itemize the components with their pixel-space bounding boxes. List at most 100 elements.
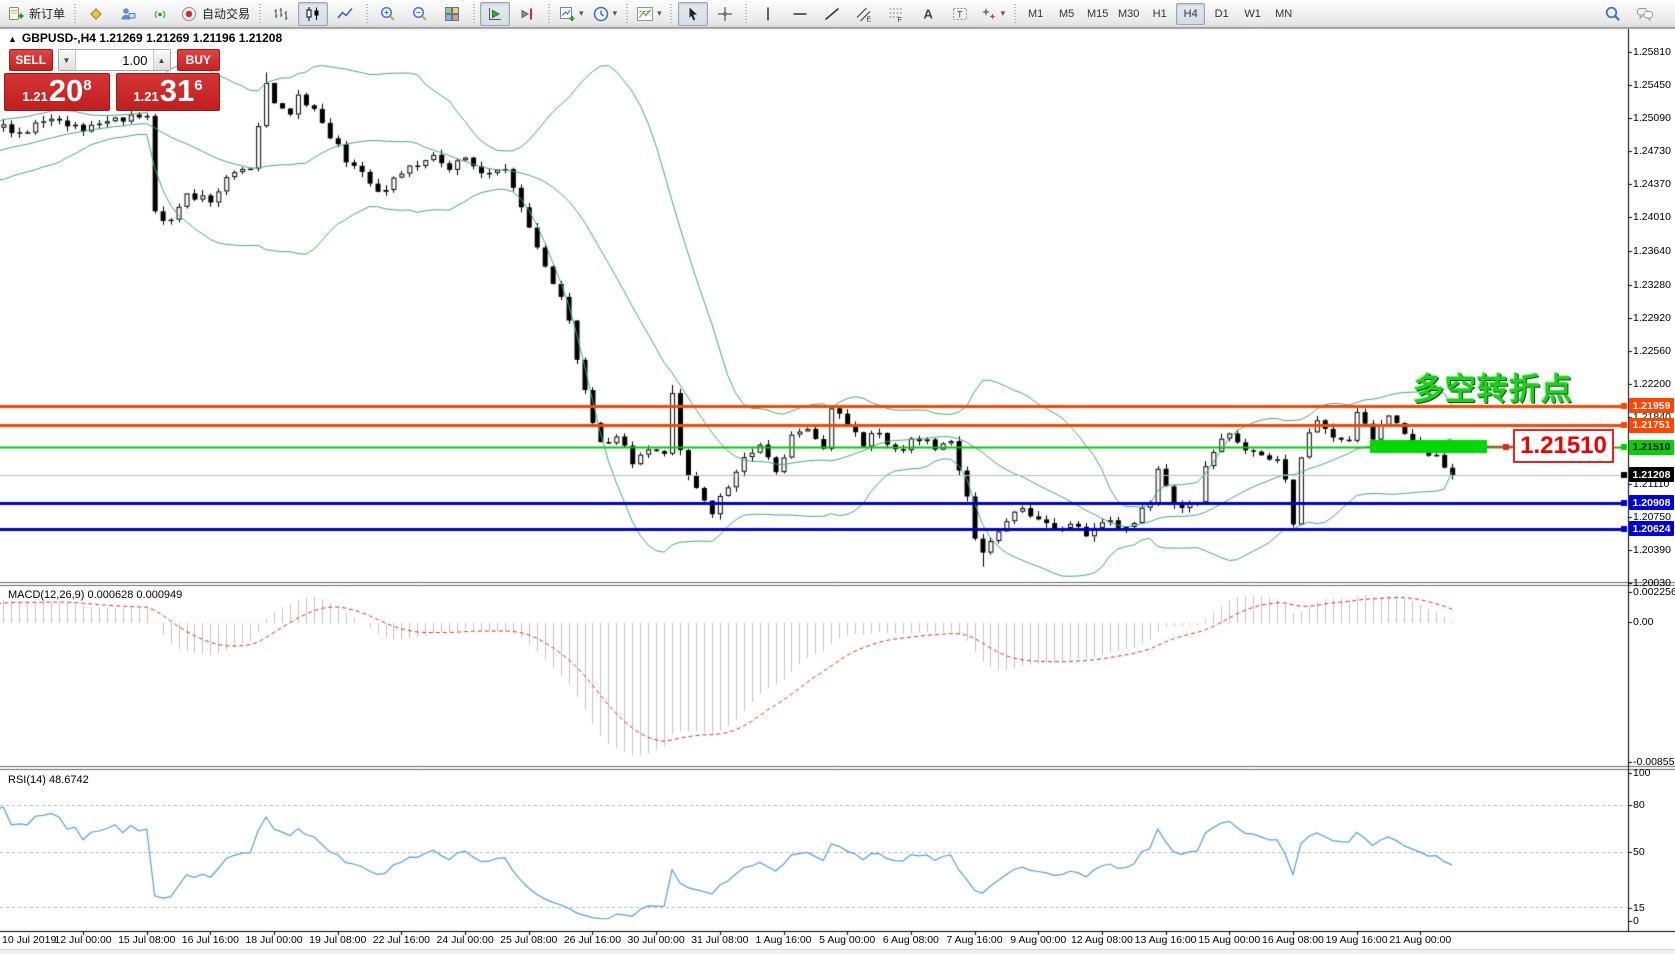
price-tick-label: 1.22560: [1633, 345, 1671, 357]
volume-increase-button[interactable]: ▲: [153, 50, 170, 70]
cross-icon: [716, 5, 734, 23]
toolbar: 新订单 自动交易 ▾ ▾ ▾ EFAT ▾ M1M5M15M30H1H4D1W1MN: [0, 0, 1675, 28]
bars-icon: [272, 5, 290, 23]
time-tick-label: 26 Jul 16:00: [564, 934, 621, 946]
zoom-in-button[interactable]: [373, 2, 403, 26]
main-chart-canvas[interactable]: [0, 0, 1675, 954]
buy-price-small: 1.21: [133, 89, 158, 104]
candlestick-chart-button[interactable]: [298, 2, 328, 26]
time-tick-label: 10 Jul 2019: [2, 934, 56, 946]
price-tick-label: 1.23280: [1633, 279, 1671, 291]
cursor-button[interactable]: [678, 2, 708, 26]
new-order-button[interactable]: 新订单: [4, 2, 68, 26]
timeframe-d1[interactable]: D1: [1207, 3, 1236, 25]
timeframe-m1[interactable]: M1: [1021, 3, 1050, 25]
volume-decrease-button[interactable]: ▼: [59, 50, 76, 70]
chevron-down-icon[interactable]: ▾: [579, 8, 584, 19]
time-tick-label: 16 Aug 08:00: [1262, 934, 1324, 946]
price-tick-label: 1.25450: [1633, 79, 1671, 91]
timeframe-mn[interactable]: MN: [1269, 3, 1298, 25]
timeframe-m30[interactable]: M30: [1114, 3, 1143, 25]
profiles-button[interactable]: ▾: [589, 2, 621, 26]
bar-chart-button[interactable]: [266, 2, 296, 26]
toolbar-separator: [546, 4, 551, 24]
rsi-tick-label: 80: [1633, 799, 1645, 811]
toolbar-separator: [257, 4, 262, 24]
indicators-icon: [636, 5, 654, 23]
buy-price-sup: 6: [194, 77, 202, 94]
time-tick-label: 30 Jul 00:00: [628, 934, 685, 946]
sell-price-small: 1.21: [22, 89, 47, 104]
svg-text:A: A: [923, 6, 933, 21]
candles-icon: [304, 5, 322, 23]
search-button[interactable]: [1598, 2, 1628, 26]
time-tick-label: 19 Aug 16:00: [1326, 934, 1388, 946]
time-tick-label: 13 Aug 16:00: [1135, 934, 1197, 946]
price-tick-label: 1.22200: [1633, 378, 1671, 390]
neworder-icon: [7, 5, 25, 23]
fibonacci-button[interactable]: F: [881, 2, 911, 26]
rsi-tick-label: 50: [1633, 846, 1645, 858]
line-chart-button[interactable]: [330, 2, 360, 26]
time-tick-label: 9 Aug 00:00: [1010, 934, 1066, 946]
timeframe-w1[interactable]: W1: [1238, 3, 1267, 25]
shift-icon: [518, 5, 536, 23]
timeframe-m15[interactable]: M15: [1083, 3, 1112, 25]
sell-price-box[interactable]: 1.21208: [4, 73, 110, 111]
equidistant-channel-button[interactable]: E: [849, 2, 879, 26]
tile-windows-button[interactable]: [437, 2, 467, 26]
newchart-icon: [558, 5, 576, 23]
zoomout-icon: [411, 5, 429, 23]
sell-button[interactable]: SELL: [9, 49, 53, 71]
vertical-line-button[interactable]: [753, 2, 783, 26]
clock-icon: [592, 5, 610, 23]
trendline-button[interactable]: [817, 2, 847, 26]
textA-icon: A: [919, 5, 937, 23]
text-button[interactable]: A: [913, 2, 943, 26]
grid-icon: [443, 5, 461, 23]
signals-button[interactable]: [145, 2, 175, 26]
zoom-out-button[interactable]: [405, 2, 435, 26]
timeframe-m5[interactable]: M5: [1052, 3, 1081, 25]
chevron-down-icon[interactable]: ▾: [657, 8, 662, 19]
market-icon: [119, 5, 137, 23]
sell-price-sup: 8: [83, 77, 91, 94]
horizontal-line-button[interactable]: [785, 2, 815, 26]
time-tick-label: 19 Jul 08:00: [309, 934, 366, 946]
volume-input[interactable]: [76, 50, 153, 70]
buy-button[interactable]: BUY: [177, 49, 221, 71]
price-tick-label: 1.24730: [1633, 145, 1671, 157]
market-button[interactable]: [113, 2, 143, 26]
time-tick-label: 7 Aug 16:00: [947, 934, 1003, 946]
price-tick-label: 1.22920: [1633, 312, 1671, 324]
auto-icon: [180, 5, 198, 23]
price-line-tag: 1.21751: [1629, 418, 1674, 433]
price-tick-label: 1.24010: [1633, 211, 1671, 223]
timeframe-h4[interactable]: H4: [1176, 3, 1205, 25]
expert-advisors-button[interactable]: [81, 2, 111, 26]
time-tick-label: 12 Aug 08:00: [1071, 934, 1133, 946]
ea-icon: [87, 5, 105, 23]
collapse-panel-icon[interactable]: ▲: [8, 34, 17, 44]
indicators-button[interactable]: ▾: [633, 2, 665, 26]
time-tick-label: 24 Jul 00:00: [436, 934, 493, 946]
crosshair-button[interactable]: [710, 2, 740, 26]
chart-shift-button[interactable]: [512, 2, 542, 26]
buy-price-box[interactable]: 1.21316: [116, 73, 220, 111]
new-chart-button[interactable]: ▾: [555, 2, 587, 26]
auto-scroll-button[interactable]: [480, 2, 510, 26]
chat-button[interactable]: [1630, 2, 1660, 26]
price-tick-label: 1.25090: [1633, 112, 1671, 124]
chevron-down-icon[interactable]: ▾: [613, 8, 618, 19]
time-tick-label: 22 Jul 16:00: [373, 934, 430, 946]
price-line-tag: 1.21510: [1629, 440, 1674, 455]
channel-icon: E: [855, 5, 873, 23]
price-line-tag: 1.20624: [1629, 521, 1674, 536]
text-label-button[interactable]: T: [945, 2, 975, 26]
one-click-trading-panel: SELL ▼ ▲ BUY 1.21208 1.21316: [4, 49, 220, 111]
autotrading-button[interactable]: 自动交易: [177, 2, 253, 26]
chevron-down-icon[interactable]: ▾: [1001, 8, 1006, 19]
timeframe-h1[interactable]: H1: [1145, 3, 1174, 25]
arrows-button[interactable]: ▾: [977, 2, 1009, 26]
cursor-icon: [684, 5, 702, 23]
